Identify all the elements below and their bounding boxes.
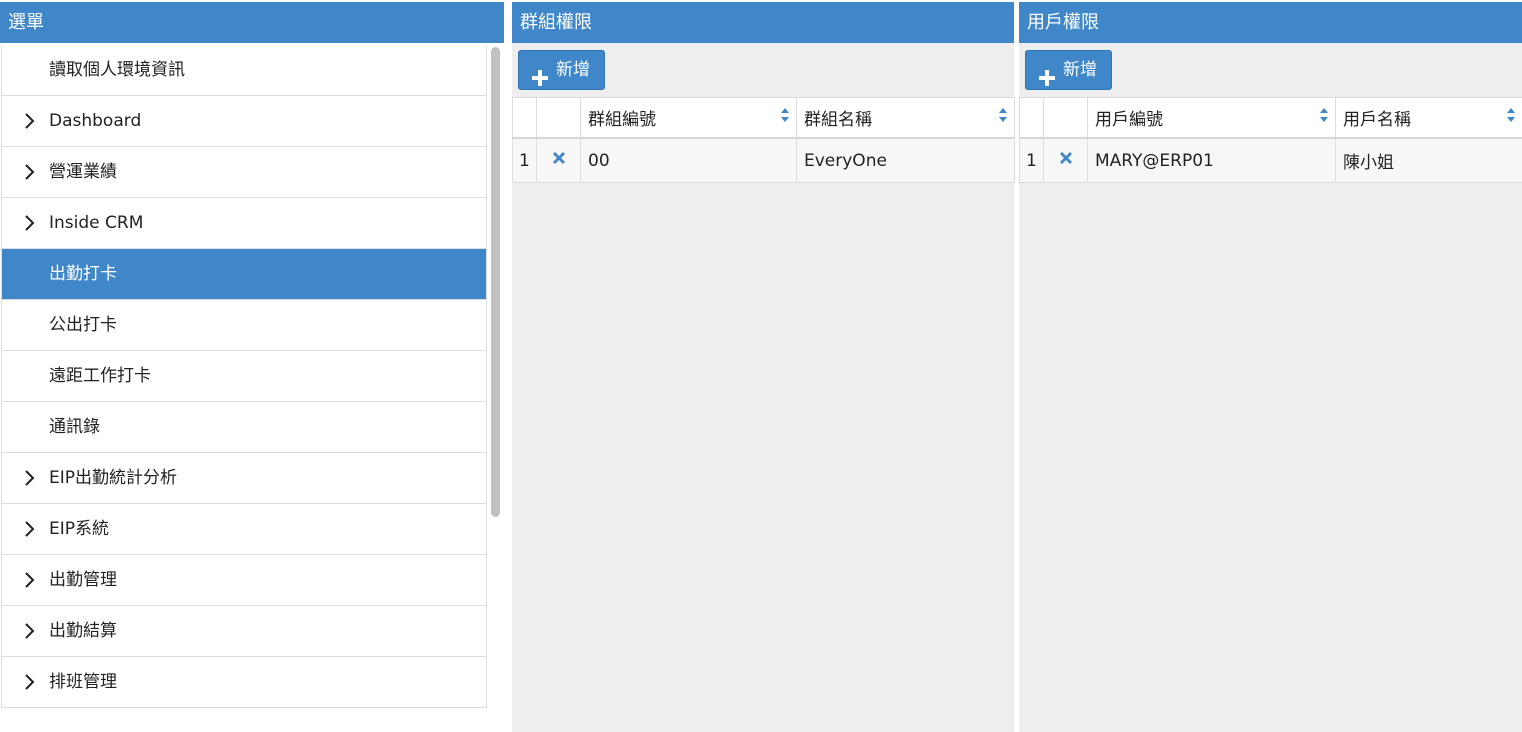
user-id-header[interactable]: 用戶編號 — [1087, 97, 1336, 139]
group-id-cell[interactable]: 00 — [580, 137, 797, 183]
chevron-right-icon[interactable] — [24, 657, 38, 707]
chevron-right-icon[interactable] — [24, 96, 38, 146]
row-number: 1 — [512, 137, 537, 183]
group-permission-title: 群組權限 — [512, 2, 1014, 43]
menu-item-label: 出勤結算 — [49, 621, 117, 641]
chevron-right-icon[interactable] — [24, 606, 38, 656]
user-name-header-label: 用戶名稱 — [1343, 110, 1411, 130]
chevron-right-icon[interactable] — [24, 147, 38, 197]
menu-item[interactable]: Dashboard — [2, 96, 486, 147]
user-name-header[interactable]: 用戶名稱 — [1335, 97, 1522, 139]
sort-icon[interactable] — [780, 107, 790, 128]
menu-item-label: Dashboard — [49, 111, 142, 131]
group-name-header[interactable]: 群組名稱 — [796, 97, 1015, 139]
menu-panel-title: 選單 — [0, 2, 504, 43]
table-row[interactable]: 1 00 EveryOne — [512, 137, 1015, 183]
menu-item[interactable]: EIP出勤統計分析 — [2, 453, 486, 504]
user-id-header-label: 用戶編號 — [1095, 110, 1163, 130]
add-group-button[interactable]: 新增 — [518, 50, 605, 90]
user-name-cell[interactable]: 陳小姐 — [1335, 137, 1522, 183]
chevron-right-icon[interactable] — [24, 504, 38, 554]
sort-icon[interactable] — [1506, 107, 1516, 128]
menu-item[interactable]: 通訊錄 — [2, 402, 486, 453]
table-row[interactable]: 1 MARY@ERP01 陳小姐 — [1019, 137, 1522, 183]
sort-icon[interactable] — [998, 107, 1008, 128]
user-table: 用戶編號 用戶名稱 1 MARY@ERP01 陳小姐 — [1019, 97, 1522, 183]
menu-item[interactable]: 營運業績 — [2, 147, 486, 198]
chevron-right-icon[interactable] — [24, 198, 38, 248]
close-icon[interactable] — [551, 151, 567, 171]
group-id-header[interactable]: 群組編號 — [580, 97, 797, 139]
group-permission-panel: 新增 群組編號 群組名稱 1 00 EveryOne — [512, 43, 1015, 732]
add-group-label: 新增 — [556, 60, 590, 80]
menu-item-label: Inside CRM — [49, 213, 144, 233]
user-permission-panel: 新增 用戶編號 用戶名稱 1 MARY@ERP01 陳小姐 — [1019, 43, 1522, 732]
menu-item-label: EIP出勤統計分析 — [49, 468, 178, 488]
menu-item[interactable]: 遠距工作打卡 — [2, 351, 486, 402]
plus-icon — [1039, 62, 1055, 100]
group-name-header-label: 群組名稱 — [804, 110, 872, 130]
menu-item[interactable]: 出勤打卡 — [2, 249, 486, 300]
delete-header — [1043, 97, 1088, 139]
delete-header — [536, 97, 581, 139]
group-table-header: 群組編號 群組名稱 — [512, 97, 1015, 139]
menu-item-label: 遠距工作打卡 — [49, 366, 151, 386]
group-id-header-label: 群組編號 — [588, 110, 656, 130]
chevron-right-icon[interactable] — [24, 555, 38, 605]
group-table: 群組編號 群組名稱 1 00 EveryOne — [512, 97, 1015, 183]
plus-icon — [532, 62, 548, 100]
delete-row-button[interactable] — [536, 137, 581, 183]
menu-item[interactable]: 讀取個人環境資訊 — [2, 45, 486, 96]
group-name-cell[interactable]: EveryOne — [796, 137, 1015, 183]
rownum-header — [1019, 97, 1044, 139]
menu-item-label: 公出打卡 — [49, 315, 117, 335]
menu-item-label: 讀取個人環境資訊 — [49, 60, 185, 80]
add-user-button[interactable]: 新增 — [1025, 50, 1112, 90]
menu-item[interactable]: EIP系統 — [2, 504, 486, 555]
menu-item[interactable]: 公出打卡 — [2, 300, 486, 351]
user-table-header: 用戶編號 用戶名稱 — [1019, 97, 1522, 139]
menu-item-label: 出勤管理 — [49, 570, 117, 590]
sort-icon[interactable] — [1319, 107, 1329, 128]
menu-item-label: 排班管理 — [49, 672, 117, 692]
close-icon[interactable] — [1058, 151, 1074, 171]
chevron-right-icon[interactable] — [24, 453, 38, 503]
menu-scrollbar-thumb[interactable] — [491, 47, 500, 517]
menu-item[interactable]: 出勤管理 — [2, 555, 486, 606]
row-number: 1 — [1019, 137, 1044, 183]
rownum-header — [512, 97, 537, 139]
menu-item-label: 營運業績 — [49, 162, 117, 182]
user-id-cell[interactable]: MARY@ERP01 — [1087, 137, 1336, 183]
user-permission-title: 用戶權限 — [1019, 2, 1522, 43]
add-user-label: 新增 — [1063, 60, 1097, 80]
menu-list: 讀取個人環境資訊 Dashboard 營運業績 Inside CRM 出勤打卡公出打卡遠… — [1, 45, 487, 708]
menu-item-label: EIP系統 — [49, 519, 110, 539]
menu-item[interactable]: 排班管理 — [2, 657, 486, 708]
menu-item-label: 通訊錄 — [49, 417, 100, 437]
menu-item[interactable]: 出勤結算 — [2, 606, 486, 657]
menu-item-label: 出勤打卡 — [49, 264, 117, 284]
delete-row-button[interactable] — [1043, 137, 1088, 183]
menu-item[interactable]: Inside CRM — [2, 198, 486, 249]
menu-panel: 讀取個人環境資訊 Dashboard 營運業績 Inside CRM 出勤打卡公出打卡遠… — [0, 43, 504, 732]
